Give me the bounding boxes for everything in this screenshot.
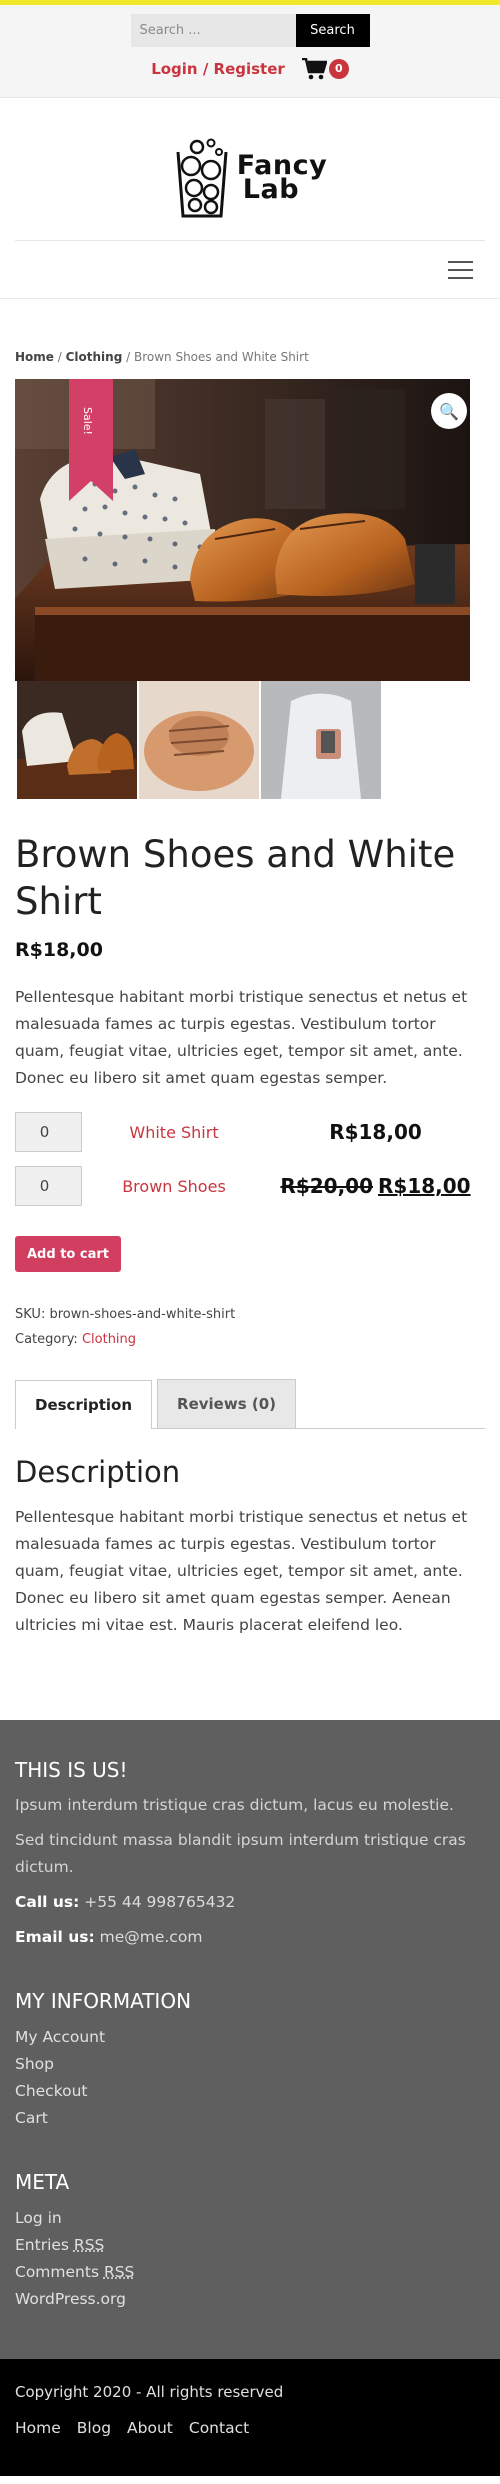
footer-phone: Call us: +55 44 998765432 xyxy=(15,1889,485,1916)
breadcrumb-home[interactable]: Home xyxy=(15,350,54,364)
sku-label: SKU: xyxy=(15,1307,50,1322)
footer-nav-about[interactable]: About xyxy=(127,2419,173,2437)
fancy-lab-glass-icon xyxy=(176,138,228,217)
magnifier-glyph: 🔍 xyxy=(439,401,459,421)
quantity-input-brown-shoes[interactable] xyxy=(15,1166,82,1206)
grouped-item-white-shirt-link[interactable]: White Shirt xyxy=(82,1123,266,1142)
top-bar: Search Login / Register 0 xyxy=(0,0,500,98)
footer-info-heading: MY INFORMATION xyxy=(15,1989,192,2013)
main-nav xyxy=(0,241,500,299)
grouped-item-row: White Shirt R$18,00 xyxy=(15,1105,485,1159)
footer-link-comments-rss[interactable]: Comments RSS xyxy=(15,2259,485,2286)
logo-line2: Lab xyxy=(242,173,300,205)
sale-label: Sale! xyxy=(81,407,94,435)
footer-nav: Home Blog About Contact xyxy=(15,2419,485,2437)
tab-description[interactable]: Description xyxy=(15,1380,153,1429)
category-line: Category: Clothing xyxy=(15,1327,485,1352)
cart-count-badge: 0 xyxy=(328,59,349,79)
description-text: Pellentesque habitant morbi tristique se… xyxy=(15,1508,468,1634)
logo-text: Fancy Lab xyxy=(237,152,327,205)
grouped-item-brown-shoes-link[interactable]: Brown Shoes xyxy=(82,1177,266,1196)
footer-email: Email us: me@me.com xyxy=(15,1924,485,1951)
tab-reviews[interactable]: Reviews (0) xyxy=(157,1379,297,1428)
current-price: R$18,00 xyxy=(329,1120,422,1144)
footer-link-login[interactable]: Log in xyxy=(15,2205,485,2232)
product-price: R$18,00 xyxy=(15,939,103,961)
category-label: Category: xyxy=(15,1332,82,1347)
bottom-bar: Copyright 2020 - All rights reserved Hom… xyxy=(0,2359,500,2476)
footer-about-text: Sed tincidunt massa blandit ipsum interd… xyxy=(15,1831,466,1876)
site-footer: THIS IS US! Ipsum interdum tristique cra… xyxy=(0,1720,500,2359)
product-summary: Brown Shoes and White Shirt R$18,00 Pell… xyxy=(0,831,500,1639)
menu-toggle-icon[interactable] xyxy=(448,260,473,279)
breadcrumb-current: Brown Shoes and White Shirt xyxy=(133,350,309,364)
gallery-thumbnails xyxy=(15,681,470,799)
entries-label: Entries xyxy=(15,2236,74,2254)
footer-meta-heading: META xyxy=(15,2170,70,2194)
search-form: Search xyxy=(0,5,500,47)
footer-link-my-account[interactable]: My Account xyxy=(15,2024,485,2051)
sku-line: SKU: brown-shoes-and-white-shirt xyxy=(15,1302,485,1327)
thumbnail-shoe-laces[interactable] xyxy=(139,681,259,799)
category-link[interactable]: Clothing xyxy=(82,1332,136,1347)
product-tabs: Description Reviews (0) xyxy=(15,1379,485,1429)
footer-my-information: MY INFORMATION My Account Shop Checkout … xyxy=(15,1989,485,2132)
footer-meta: META Log in Entries RSS Comments RSS Wor… xyxy=(15,2170,485,2313)
footer-link-entries-rss[interactable]: Entries RSS xyxy=(15,2232,485,2259)
product-title: Brown Shoes and White Shirt xyxy=(15,833,456,923)
footer-nav-home[interactable]: Home xyxy=(15,2419,61,2437)
grouped-item-price: R$20,00 R$18,00 xyxy=(266,1174,485,1198)
product-page: Search Login / Register 0 xyxy=(0,0,500,2484)
site-branding: Fancy Lab xyxy=(15,98,485,241)
old-price: R$20,00 xyxy=(280,1174,373,1198)
phone-label: Call us: xyxy=(15,1893,80,1911)
copyright-text: Copyright 2020 - All rights reserved xyxy=(15,2383,284,2401)
zoom-icon[interactable]: 🔍 xyxy=(431,393,467,429)
breadcrumb: Home / Clothing / Brown Shoes and White … xyxy=(0,299,500,364)
quantity-input-white-shirt[interactable] xyxy=(15,1112,82,1152)
footer-about-text: Ipsum interdum tristique cras dictum, la… xyxy=(15,1796,454,1814)
email-value: me@me.com xyxy=(94,1928,203,1946)
footer-link-shop[interactable]: Shop xyxy=(15,2051,485,2078)
sale-price: R$18,00 xyxy=(378,1174,471,1198)
login-register-link[interactable]: Login / Register xyxy=(151,60,285,78)
search-input[interactable] xyxy=(130,14,296,47)
phone-value: +55 44 998765432 xyxy=(79,1893,236,1911)
product-main-image[interactable]: Sale! 🔍 xyxy=(15,379,470,681)
description-heading: Description xyxy=(15,1455,181,1489)
account-row: Login / Register 0 xyxy=(0,58,500,80)
product-meta: SKU: brown-shoes-and-white-shirt Categor… xyxy=(15,1302,485,1352)
site-logo[interactable]: Fancy Lab xyxy=(173,115,327,240)
comments-label: Comments xyxy=(15,2263,104,2281)
thumbnail-shoes-and-shirt[interactable] xyxy=(17,681,137,799)
breadcrumb-category[interactable]: Clothing xyxy=(66,350,123,364)
breadcrumb-separator: / xyxy=(53,350,66,364)
thumbnail-white-shirt[interactable] xyxy=(261,681,381,799)
grouped-item-price: R$18,00 xyxy=(266,1120,485,1144)
add-to-cart-button[interactable]: Add to cart xyxy=(15,1236,121,1272)
cart-link[interactable]: 0 xyxy=(301,58,349,80)
grouped-item-row: Brown Shoes R$20,00R$18,00 xyxy=(15,1159,485,1213)
footer-link-checkout[interactable]: Checkout xyxy=(15,2078,485,2105)
shopping-cart-icon xyxy=(301,58,327,80)
grouped-products: White Shirt R$18,00 Brown Shoes R$20,00R… xyxy=(15,1105,485,1213)
sku-value: brown-shoes-and-white-shirt xyxy=(49,1307,236,1322)
product-short-description: Pellentesque habitant morbi tristique se… xyxy=(15,988,468,1087)
footer-link-wordpress[interactable]: WordPress.org xyxy=(15,2286,485,2313)
breadcrumb-separator: / xyxy=(122,350,134,364)
footer-nav-contact[interactable]: Contact xyxy=(189,2419,249,2437)
rss-abbr: RSS xyxy=(103,2263,135,2281)
email-label: Email us: xyxy=(15,1928,95,1946)
sale-ribbon: Sale! xyxy=(69,379,113,501)
product-gallery: Sale! 🔍 xyxy=(15,379,470,799)
footer-about-heading: THIS IS US! xyxy=(15,1758,128,1782)
footer-nav-blog[interactable]: Blog xyxy=(77,2419,111,2437)
search-button[interactable]: Search xyxy=(295,14,370,47)
rss-abbr: RSS xyxy=(73,2236,105,2254)
footer-link-cart[interactable]: Cart xyxy=(15,2105,485,2132)
